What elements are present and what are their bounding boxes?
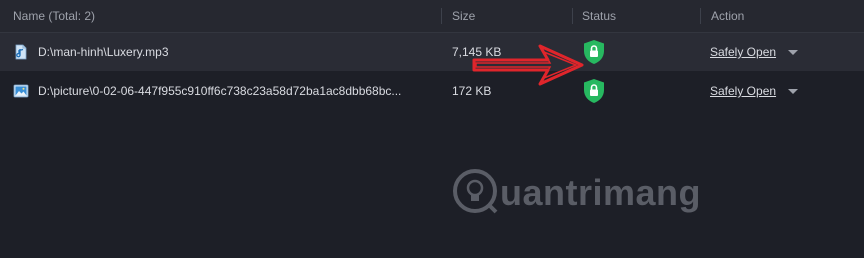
- image-file-icon: [13, 84, 29, 98]
- column-divider[interactable]: [572, 8, 573, 24]
- safely-open-link[interactable]: Safely Open: [710, 33, 776, 71]
- column-divider[interactable]: [441, 8, 442, 24]
- table-row[interactable]: D:\man-hinh\Luxery.mp3 7,145 KB Safely O…: [0, 33, 864, 71]
- column-header-action[interactable]: Action: [711, 0, 744, 32]
- file-name: D:\man-hinh\Luxery.mp3: [38, 45, 169, 59]
- chevron-down-icon[interactable]: [788, 89, 798, 94]
- chevron-down-icon[interactable]: [788, 50, 798, 55]
- column-header-status[interactable]: Status: [582, 0, 616, 32]
- column-divider[interactable]: [700, 8, 701, 24]
- file-name: D:\picture\0-02-06-447f955c910ff6c738c23…: [38, 84, 402, 98]
- table-row[interactable]: D:\picture\0-02-06-447f955c910ff6c738c23…: [0, 72, 864, 110]
- table-header: Name (Total: 2) Size Status Action: [0, 0, 864, 33]
- audio-file-icon: [15, 44, 27, 60]
- column-header-size[interactable]: Size: [452, 0, 475, 32]
- safely-open-link[interactable]: Safely Open: [710, 72, 776, 110]
- column-header-name[interactable]: Name (Total: 2): [13, 0, 95, 32]
- watermark-logo-icon: [453, 169, 498, 214]
- watermark-text: uantrimang: [500, 172, 702, 213]
- red-arrow-annotation: [472, 44, 584, 86]
